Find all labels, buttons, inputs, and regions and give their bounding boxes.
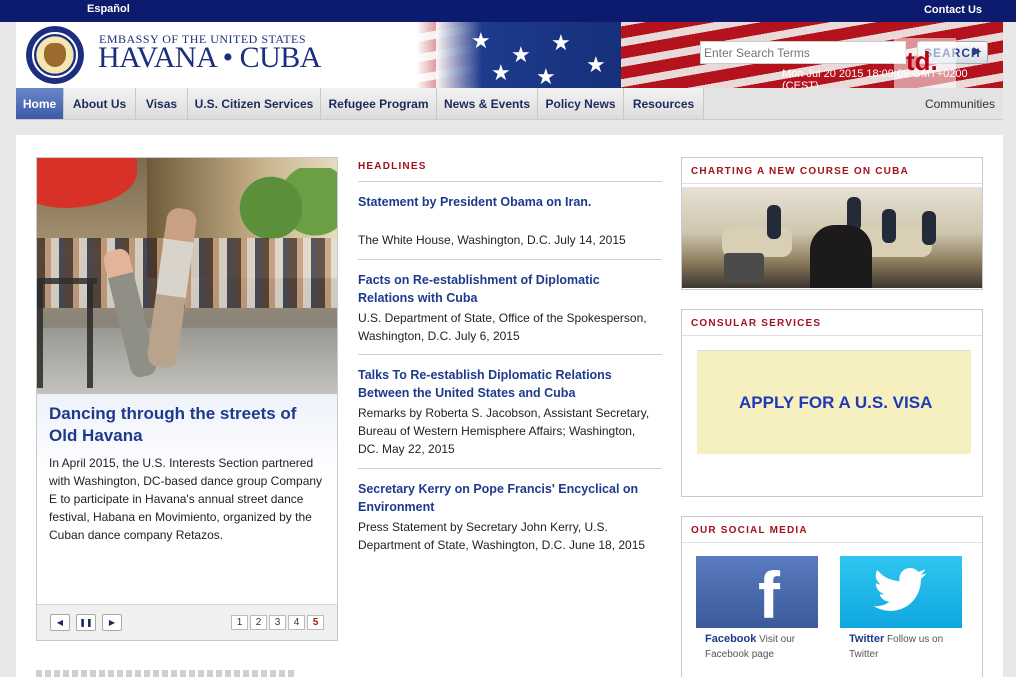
slide-page-5[interactable]: 5	[307, 615, 324, 630]
slide-page-3[interactable]: 3	[269, 615, 286, 630]
nav-item-visas[interactable]: Visas	[136, 88, 188, 119]
consular-title: CONSULAR SERVICES	[691, 318, 822, 329]
section-heading-cutoff	[36, 670, 296, 677]
photo-person	[922, 211, 936, 245]
apply-visa-banner[interactable]: APPLY FOR A U.S. VISA	[697, 350, 971, 454]
feature-caption: Dancing through the streets of Old Havan…	[37, 394, 337, 604]
divider	[358, 468, 662, 469]
slide-page-4[interactable]: 4	[288, 615, 305, 630]
divider	[682, 335, 982, 336]
nav-item-resources[interactable]: Resources	[624, 88, 704, 119]
header-title[interactable]: HAVANA • CUBA	[98, 41, 321, 75]
current-datetime: Mon Jul 20 2015 18:09:09 GMT+0200 (CEST)	[782, 68, 968, 88]
photo-cafe-table	[37, 278, 97, 388]
watermark-logo: td.	[894, 38, 956, 88]
twitter-bird-icon	[873, 568, 927, 611]
main-nav: Home About Us Visas U.S. Citizen Service…	[16, 88, 1003, 120]
charting-new-course-box: CHARTING A NEW COURSE ON CUBA	[681, 157, 983, 290]
photo-umbrella	[37, 158, 137, 208]
next-slide-button[interactable]: ▶	[102, 614, 122, 631]
star-icon: ★	[491, 60, 511, 85]
facebook-caption: Facebook Visit our Facebook page	[705, 632, 827, 662]
nav-item-policy-news[interactable]: Policy News	[538, 88, 624, 119]
social-title: OUR SOCIAL MEDIA	[691, 525, 808, 536]
headline-title[interactable]: Secretary Kerry on Pope Francis' Encycli…	[358, 480, 658, 516]
chevron-right-icon: ▶	[973, 46, 982, 57]
headline-title[interactable]: Talks To Re-establish Diplomatic Relatio…	[358, 366, 658, 402]
facebook-button[interactable]: f	[696, 556, 818, 628]
facebook-link[interactable]: Facebook	[705, 633, 756, 645]
divider	[682, 183, 982, 184]
contact-us-link[interactable]: Contact Us	[924, 4, 982, 16]
nav-item-home[interactable]: Home	[16, 88, 64, 119]
phone-icon	[724, 253, 764, 283]
photo-person	[882, 209, 896, 243]
headline-title[interactable]: Facts on Re-establishment of Diplomatic …	[358, 271, 658, 307]
twitter-caption: Twitter Follow us on Twitter	[849, 632, 971, 662]
headlines-label: HEADLINES	[358, 161, 427, 172]
main-content: Dancing through the streets of Old Havan…	[16, 135, 1003, 677]
embassy-seal-icon[interactable]	[26, 26, 84, 84]
feature-title[interactable]: Dancing through the streets of Old Havan…	[49, 403, 329, 447]
communities-link[interactable]: Communities	[925, 97, 995, 111]
star-icon: ★	[586, 52, 606, 77]
apply-visa-link[interactable]: APPLY FOR A U.S. VISA	[739, 393, 932, 413]
slide-page-1[interactable]: 1	[231, 615, 248, 630]
feature-description: In April 2015, the U.S. Interests Sectio…	[49, 456, 323, 542]
pause-slide-button[interactable]: ❚❚	[76, 614, 96, 631]
headline-description: The White House, Washington, D.C. July 1…	[358, 233, 626, 247]
oval-office-photo[interactable]	[682, 187, 982, 288]
feature-photo[interactable]	[37, 158, 337, 394]
prev-slide-button[interactable]: ◀	[50, 614, 70, 631]
star-icon: ★	[551, 30, 571, 55]
star-icon: ★	[536, 64, 556, 88]
divider	[682, 542, 982, 543]
eagle-icon	[44, 43, 66, 67]
photo-person	[767, 205, 781, 239]
nav-item-citizen-services[interactable]: U.S. Citizen Services	[188, 88, 321, 119]
photo-trees	[227, 168, 337, 248]
divider	[358, 181, 662, 182]
nav-item-news-events[interactable]: News & Events	[437, 88, 538, 119]
search-input[interactable]	[700, 41, 906, 64]
consular-services-box: CONSULAR SERVICES APPLY FOR A U.S. VISA	[681, 309, 983, 497]
star-icon: ★	[471, 28, 491, 53]
headline-description: Remarks by Roberta S. Jacobson, Assistan…	[358, 406, 650, 456]
slideshow-controls: ◀ ❚❚ ▶ 1 2 3 4 5	[37, 604, 337, 640]
site-header: EMBASSY OF THE UNITED STATES HAVANA • CU…	[16, 22, 1003, 88]
divider	[358, 354, 662, 355]
headline-description: Press Statement by Secretary John Kerry,…	[358, 520, 646, 552]
charting-title[interactable]: CHARTING A NEW COURSE ON CUBA	[691, 166, 909, 177]
social-media-box: OUR SOCIAL MEDIA f Facebook Visit our Fa…	[681, 516, 983, 677]
slide-page-2[interactable]: 2	[250, 615, 267, 630]
utility-bar: Español Contact Us	[0, 0, 1016, 22]
nav-item-refugee-program[interactable]: Refugee Program	[321, 88, 437, 119]
twitter-link[interactable]: Twitter	[849, 633, 884, 645]
photo-person	[810, 225, 872, 288]
facebook-icon: f	[758, 558, 780, 632]
divider	[358, 259, 662, 260]
headline-title[interactable]: Statement by President Obama on Iran.	[358, 193, 658, 211]
headline-description: U.S. Department of State, Office of the …	[358, 311, 647, 343]
nav-item-about-us[interactable]: About Us	[64, 88, 136, 119]
feature-slideshow: Dancing through the streets of Old Havan…	[36, 157, 338, 641]
language-link-espanol[interactable]: Español	[87, 3, 130, 15]
star-icon: ★	[511, 42, 531, 67]
twitter-button[interactable]	[840, 556, 962, 628]
